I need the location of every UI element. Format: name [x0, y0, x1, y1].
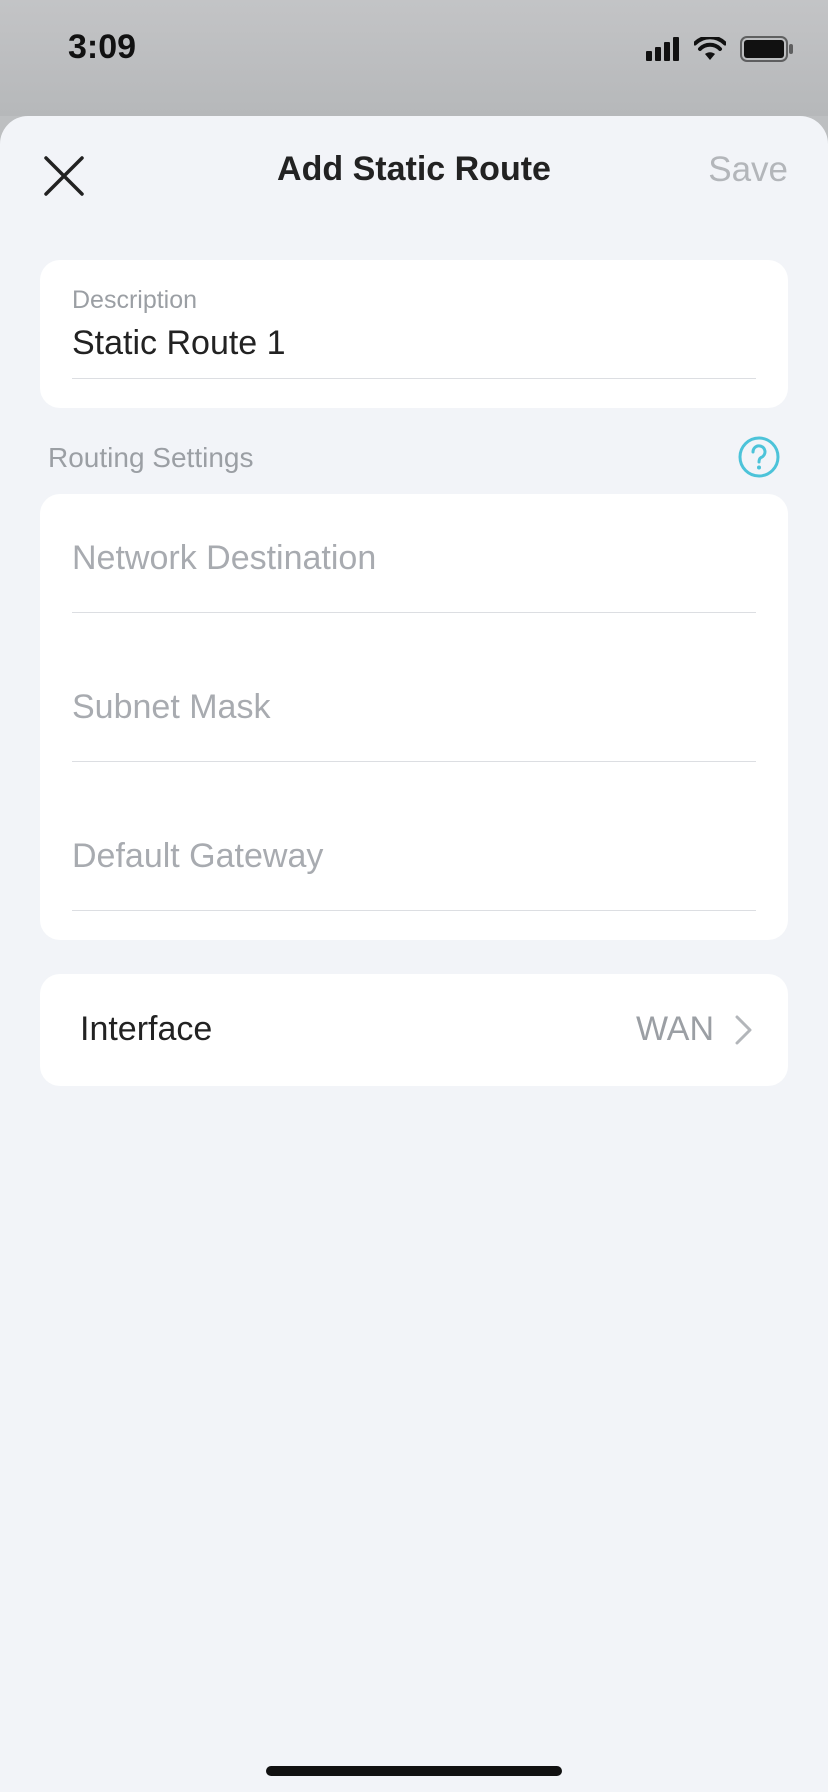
routing-settings-header: Routing Settings: [48, 442, 254, 473]
interface-value: WAN: [635, 1010, 714, 1048]
default-gateway-underline: [72, 910, 756, 911]
default-gateway-row: [72, 826, 756, 896]
status-bar: 3:09: [0, 0, 828, 116]
battery-icon: [740, 36, 793, 62]
network-destination-input[interactable]: [72, 528, 756, 588]
interface-row[interactable]: Interface WAN: [40, 974, 788, 1086]
wifi-icon: [694, 37, 726, 60]
modal-sheet: Add Static Route Save Description Static…: [0, 116, 828, 1792]
chevron-right-icon: [735, 1015, 752, 1045]
status-icons: [646, 36, 794, 62]
nav-bar: Add Static Route Save: [0, 116, 828, 228]
page-title: Add Static Route: [277, 150, 551, 188]
subnet-mask-underline: [72, 761, 756, 762]
subnet-mask-row: [72, 677, 756, 747]
subnet-mask-input[interactable]: [72, 677, 756, 737]
cellular-signal-icon: [646, 37, 679, 61]
description-field[interactable]: Static Route 1: [72, 324, 286, 363]
help-icon: [738, 436, 780, 478]
network-destination-row: [72, 528, 756, 598]
routing-settings-card: [40, 494, 788, 940]
home-indicator: [266, 1766, 562, 1776]
save-button[interactable]: Save: [708, 150, 788, 190]
description-underline: [72, 378, 756, 379]
interface-label: Interface: [80, 1010, 213, 1048]
description-label: Description: [72, 286, 198, 314]
network-destination-underline: [72, 612, 756, 613]
description-card: Description Static Route 1: [40, 260, 788, 408]
help-button[interactable]: [738, 436, 780, 478]
status-time: 3:09: [68, 28, 137, 66]
default-gateway-input[interactable]: [72, 826, 756, 886]
